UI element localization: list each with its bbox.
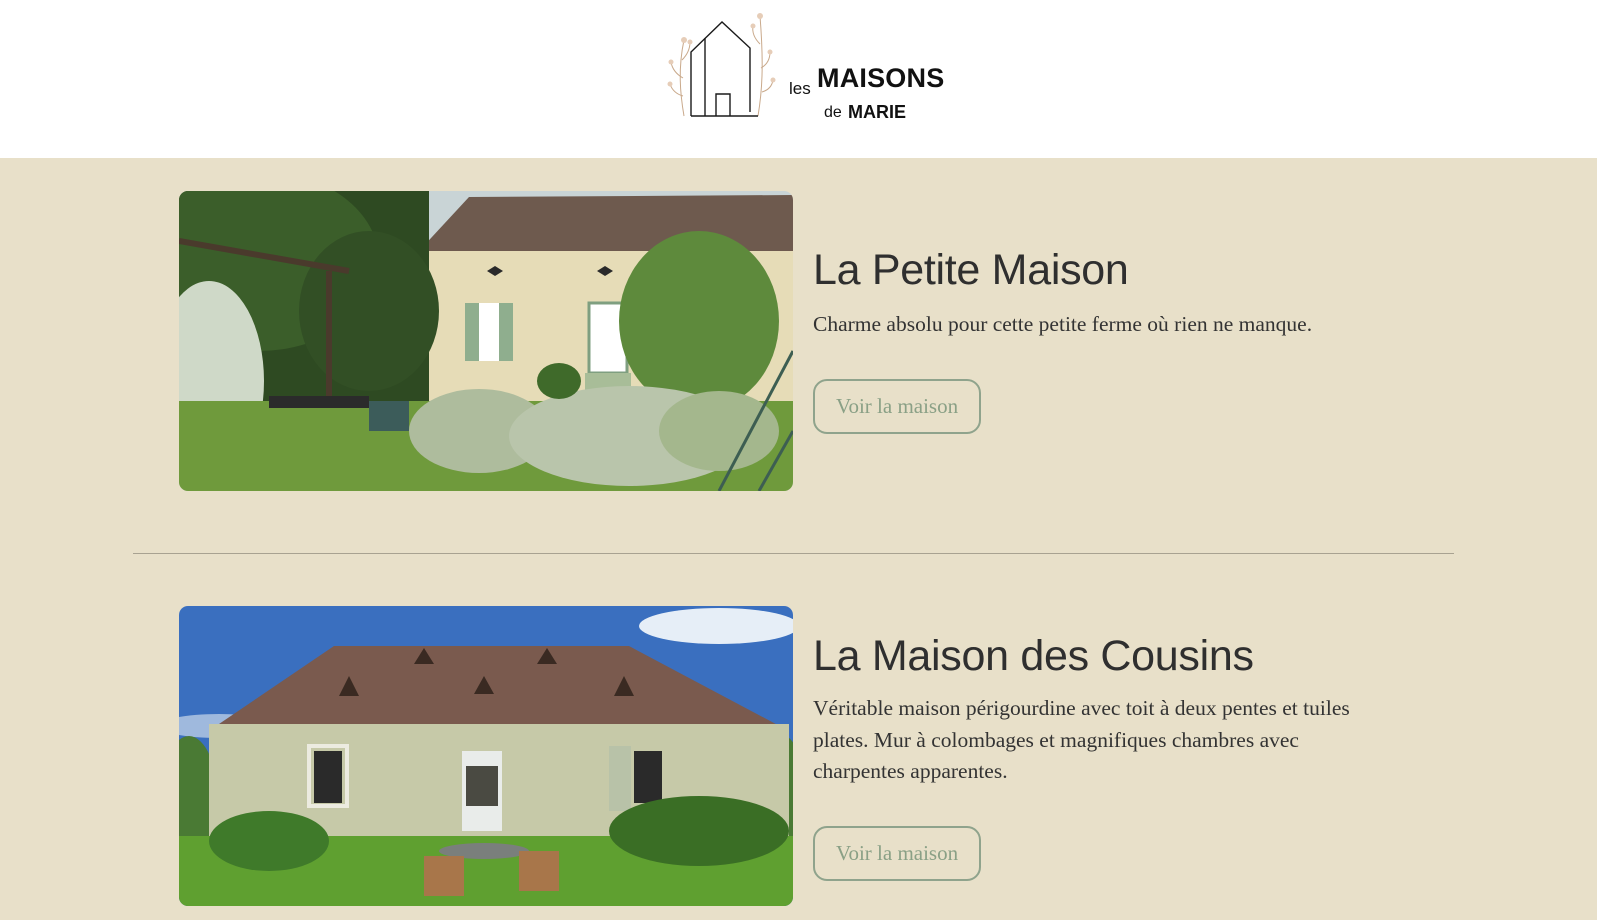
house-title: La Maison des Cousins xyxy=(813,632,1254,680)
logo-text-les: les xyxy=(789,79,811,98)
house-line-icon xyxy=(666,8,776,120)
site-logo[interactable]: les MAISONS de MARIE xyxy=(666,8,946,122)
site-header: les MAISONS de MARIE xyxy=(0,0,1597,158)
view-house-button[interactable]: Voir la maison xyxy=(813,379,982,434)
house-description: Charme absolu pour cette petite ferme où… xyxy=(813,312,1313,336)
house-photo-maison-des-cousins[interactable] xyxy=(179,606,793,906)
petite-maison-illustration xyxy=(179,191,793,491)
house-title: La Petite Maison xyxy=(813,246,1129,294)
house-card-maison-des-cousins: La Maison des Cousins Véritable maison p… xyxy=(179,606,1439,906)
logo-text-de: de xyxy=(824,104,842,121)
house-description: Véritable maison périgourdine avec toit … xyxy=(813,696,1350,783)
section-divider xyxy=(133,553,1454,554)
maison-des-cousins-illustration xyxy=(179,606,793,906)
logo-text-maisons: MAISONS xyxy=(817,63,945,93)
house-card-petite-maison: La Petite Maison Charme absolu pour cett… xyxy=(179,191,1439,491)
logo-text-marie: MARIE xyxy=(848,102,906,122)
view-house-button[interactable]: Voir la maison xyxy=(813,826,982,881)
house-photo-petite-maison[interactable] xyxy=(179,191,793,491)
